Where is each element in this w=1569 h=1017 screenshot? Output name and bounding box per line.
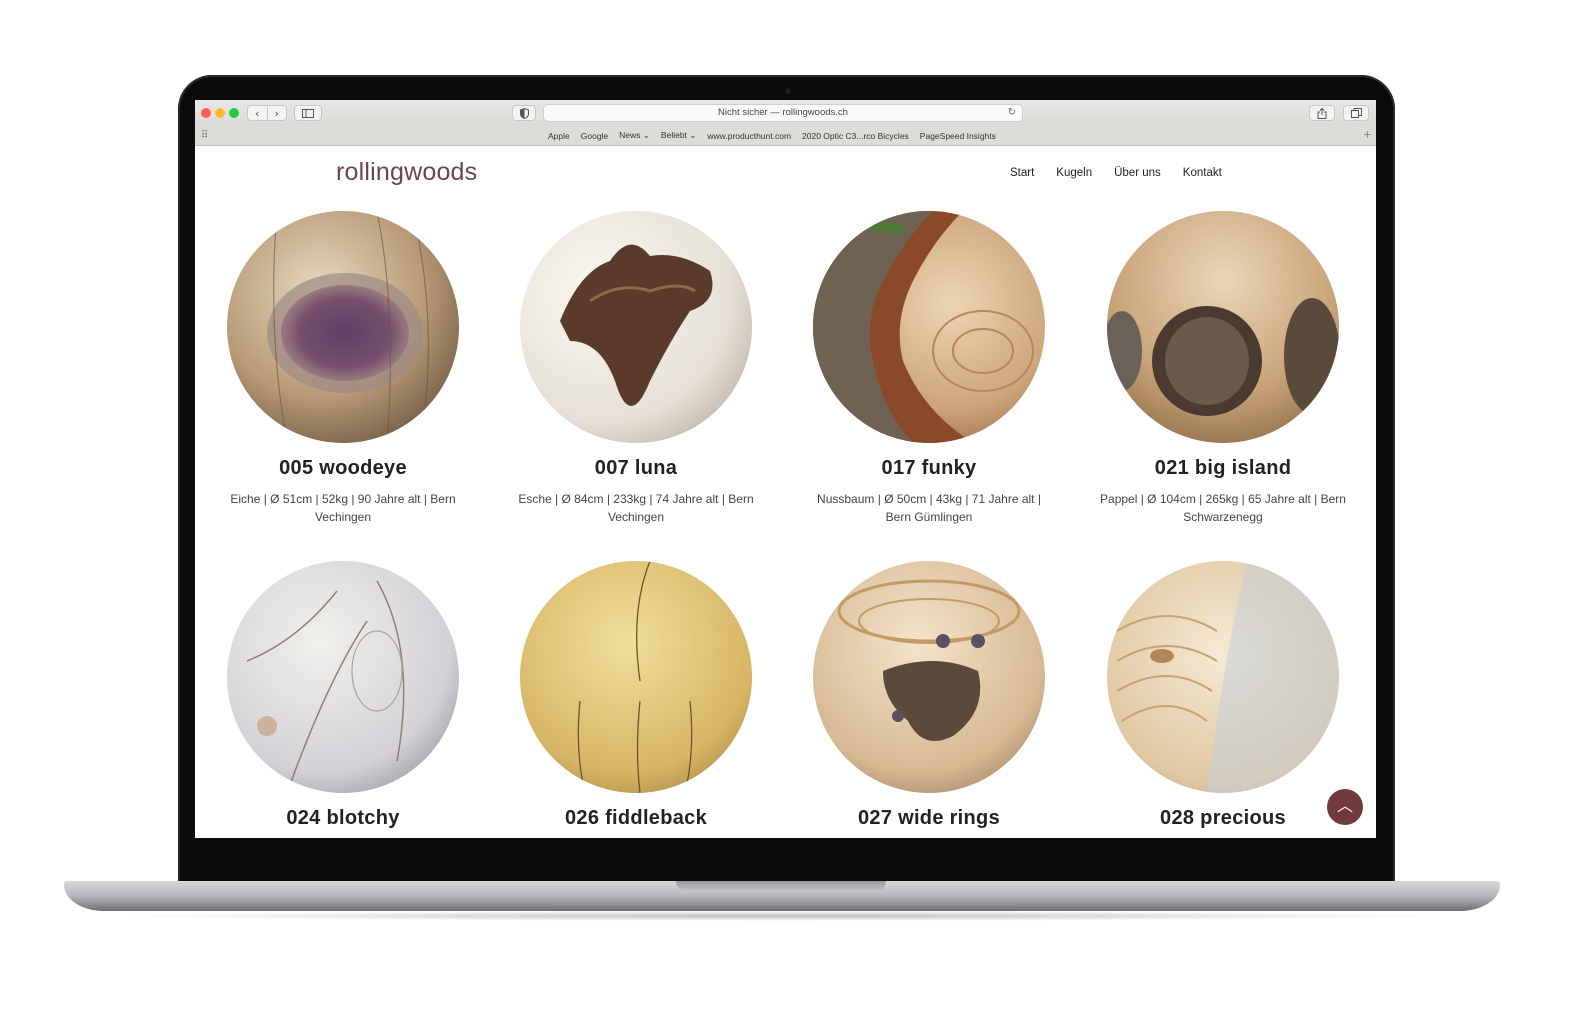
browser-toolbar: ‹ › Nicht sicher — rollingwoods.ch ↻ xyxy=(195,100,1376,127)
product-image-blotchy[interactable] xyxy=(227,561,459,793)
product-image-fiddleback[interactable] xyxy=(520,561,752,793)
reload-icon[interactable]: ↻ xyxy=(1008,105,1016,121)
product-title[interactable]: 017 funky xyxy=(794,457,1064,480)
favorite-item[interactable]: PageSpeed Insights xyxy=(920,131,996,141)
address-text: Nicht sicher — rollingwoods.ch xyxy=(718,107,848,118)
address-bar[interactable]: Nicht sicher — rollingwoods.ch ↻ xyxy=(543,104,1023,122)
chevron-up-icon: ︿ xyxy=(1336,796,1353,815)
product-image-big-island[interactable] xyxy=(1107,211,1339,443)
product-image-precious[interactable] xyxy=(1107,561,1339,793)
product-desc: Pappel | Ø 104cm | 265kg | 65 Jahre alt … xyxy=(1100,492,1346,524)
sidebar-toggle-button[interactable] xyxy=(294,105,322,121)
share-icon xyxy=(1317,107,1327,119)
favorite-item[interactable]: Beliebt ⌄ xyxy=(661,130,696,141)
product-card[interactable]: 024 blotchy xyxy=(208,561,478,830)
product-card[interactable]: 005 woodeye Eiche | Ø 51cm | 52kg | 90 J… xyxy=(208,211,478,526)
product-image-wide-rings[interactable] xyxy=(813,561,1045,793)
laptop-shadow xyxy=(110,911,1456,921)
product-title[interactable]: 028 precious xyxy=(1088,807,1358,830)
website: rollingwoods Start Kugeln Über uns Konta… xyxy=(195,146,1376,838)
nav-kontakt[interactable]: Kontakt xyxy=(1183,167,1222,179)
shield-icon xyxy=(519,107,529,119)
nav-ueber-uns[interactable]: Über uns xyxy=(1114,167,1161,179)
product-card[interactable]: 026 fiddleback xyxy=(501,561,771,830)
product-title[interactable]: 021 big island xyxy=(1088,457,1358,480)
product-card[interactable]: 017 funky Nussbaum | Ø 50cm | 43kg | 71 … xyxy=(794,211,1064,526)
product-desc: Eiche | Ø 51cm | 52kg | 90 Jahre alt | B… xyxy=(230,492,456,524)
laptop-notch xyxy=(676,881,886,892)
screen: ‹ › Nicht sicher — rollingwoods.ch ↻ ⠿ A… xyxy=(195,100,1376,838)
main-nav: Start Kugeln Über uns Kontakt xyxy=(1010,167,1222,179)
history-nav: ‹ › xyxy=(247,105,287,121)
product-card[interactable]: 007 luna Esche | Ø 84cm | 233kg | 74 Jah… xyxy=(501,211,771,526)
scroll-to-top-button[interactable]: ︿ xyxy=(1327,789,1363,825)
product-desc: Esche | Ø 84cm | 233kg | 74 Jahre alt | … xyxy=(518,492,754,524)
grid-icon[interactable]: ⠿ xyxy=(201,130,208,141)
favorite-item[interactable]: 2020 Optic C3...rco Bicycles xyxy=(802,131,909,141)
tab-overview-button[interactable] xyxy=(1343,105,1369,121)
product-image-funky[interactable] xyxy=(813,211,1045,443)
favorite-item[interactable]: Apple xyxy=(548,131,570,141)
product-image-woodeye[interactable] xyxy=(227,211,459,443)
favorites-bar: ⠿ Apple Google News ⌄ Beliebt ⌄ www.prod… xyxy=(195,126,1376,146)
product-title[interactable]: 026 fiddleback xyxy=(501,807,771,830)
nav-kugeln[interactable]: Kugeln xyxy=(1056,167,1092,179)
favorite-item[interactable]: www.producthunt.com xyxy=(707,131,791,141)
fullscreen-window-button[interactable] xyxy=(229,108,239,118)
sidebar-icon xyxy=(302,108,314,118)
plus-icon[interactable]: + xyxy=(1363,128,1372,141)
tabs-icon xyxy=(1350,108,1362,118)
nav-start[interactable]: Start xyxy=(1010,167,1034,179)
favorite-item[interactable]: Google xyxy=(581,131,608,141)
product-card[interactable]: 027 wide rings xyxy=(794,561,1064,830)
product-title[interactable]: 007 luna xyxy=(501,457,771,480)
favorite-item[interactable]: News ⌄ xyxy=(619,130,650,141)
minimize-window-button[interactable] xyxy=(215,108,225,118)
product-desc: Nussbaum | Ø 50cm | 43kg | 71 Jahre alt … xyxy=(817,492,1041,524)
camera-icon xyxy=(785,88,791,94)
product-card[interactable]: 028 precious xyxy=(1088,561,1358,830)
chevron-left-icon[interactable]: ‹ xyxy=(248,107,267,120)
product-title[interactable]: 005 woodeye xyxy=(208,457,478,480)
product-title[interactable]: 027 wide rings xyxy=(794,807,1064,830)
share-button[interactable] xyxy=(1309,105,1335,121)
privacy-report-button[interactable] xyxy=(512,105,536,121)
close-window-button[interactable] xyxy=(201,108,211,118)
product-image-luna[interactable] xyxy=(520,211,752,443)
chevron-right-icon[interactable]: › xyxy=(266,106,287,120)
product-card[interactable]: 021 big island Pappel | Ø 104cm | 265kg … xyxy=(1088,211,1358,526)
favorites-list: Apple Google News ⌄ Beliebt ⌄ www.produc… xyxy=(548,126,996,145)
site-logo[interactable]: rollingwoods xyxy=(336,158,477,187)
product-title[interactable]: 024 blotchy xyxy=(208,807,478,830)
